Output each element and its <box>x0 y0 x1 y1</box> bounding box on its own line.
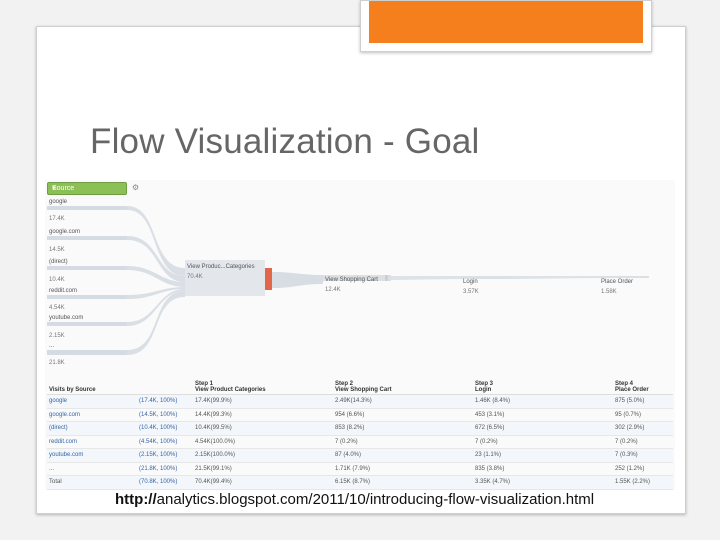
row-source[interactable]: google.com <box>47 408 137 422</box>
row-step2: 87 (4.0%) <box>333 448 473 463</box>
table-row: ... (21.8K, 100%) 21.5K(99.1%) 1.71K (7.… <box>47 462 673 476</box>
row-source[interactable]: youtube.com <box>47 448 137 463</box>
row-step4: 7 (0.3%) <box>613 448 673 463</box>
col-header-source[interactable]: Visits by Source <box>47 376 137 395</box>
source-url-path: analytics.blogspot.com/2011/10/introduci… <box>156 491 595 508</box>
row-step4: 875 (5.0%) <box>613 394 673 409</box>
row-step2: 954 (6.6%) <box>333 408 473 422</box>
step1-label: View Produc...Categories <box>187 264 255 270</box>
row-step4: 252 (1.2%) <box>613 462 673 476</box>
source-url-scheme: http:// <box>115 491 157 508</box>
slide-title: Flow Visualization - Goal <box>90 122 480 161</box>
flow-screenshot: Source ▾ ⚙ google 17.4K google.com 14.5K… <box>45 180 675 490</box>
source-node-other <box>47 350 127 355</box>
row-step1: 14.4K(99.3%) <box>193 408 333 422</box>
source-node-direct <box>47 266 127 270</box>
row-step2: 7 (0.2%) <box>333 435 473 449</box>
flow-step3-step4 <box>511 276 599 279</box>
source-value-2: 10.4K <box>49 277 65 283</box>
step4-label: Place Order <box>601 279 633 285</box>
flow-diagram: google 17.4K google.com 14.5K (direct) 1… <box>47 199 649 366</box>
step1-value: 70.4K <box>187 274 203 280</box>
row-step4: 7 (0.2%) <box>613 435 673 449</box>
step3-value: 3.57K <box>463 289 479 295</box>
source-node-reddit <box>47 295 127 299</box>
accent-box <box>360 0 652 52</box>
col-header-step2[interactable]: Step 2 View Shopping Cart <box>333 376 473 395</box>
source-node-google <box>47 206 127 210</box>
step2-value: 12.4K <box>325 287 341 293</box>
accent-fill <box>369 1 643 43</box>
step1-dropoff <box>265 268 272 290</box>
row-step1: 21.5K(99.1%) <box>193 462 333 476</box>
row-step2: 1.71K (7.9%) <box>333 462 473 476</box>
source-url[interactable]: http://analytics.blogspot.com/2011/10/in… <box>115 491 594 508</box>
step2-dropoff <box>385 275 388 281</box>
source-value-4: 2.15K <box>49 333 65 339</box>
col-header-step4[interactable]: Step 4 Place Order <box>613 376 673 395</box>
row-visits: (4.54K, 100%) <box>137 435 193 449</box>
row-visits: (70.8K, 100%) <box>137 475 193 490</box>
source-label-4: youtube.com <box>49 315 83 321</box>
source-label-0: google <box>49 199 68 205</box>
row-step2: 853 (8.2%) <box>333 421 473 436</box>
source-value-3: 4.54K <box>49 305 65 311</box>
flow-step1-step2 <box>272 272 323 288</box>
row-visits: (17.4K, 100%) <box>137 394 193 409</box>
col-header-visits <box>137 376 193 395</box>
row-step1: 4.54K(100.0%) <box>193 435 333 449</box>
source-label-5: ... <box>49 343 54 349</box>
row-step4: 302 (2.9%) <box>613 421 673 436</box>
row-visits: (2.15K, 100%) <box>137 448 193 463</box>
source-value-5: 21.8K <box>49 360 65 366</box>
row-step1: 70.4K(99.4%) <box>193 475 333 490</box>
row-step3: 835 (3.8%) <box>473 462 613 476</box>
table-row: google (17.4K, 100%) 17.4K(99.9%) 2.49K(… <box>47 394 673 409</box>
table-row: youtube.com (2.15K, 100%) 2.15K(100.0%) … <box>47 448 673 463</box>
source-node-youtube <box>47 322 127 326</box>
step4-node <box>599 276 649 278</box>
source-label-3: reddit.com <box>49 288 77 294</box>
steps-table: Visits by Source Step 1 View Product Cate… <box>47 376 673 490</box>
row-step2: 2.49K(14.3%) <box>333 394 473 409</box>
table-row: (direct) (10.4K, 100%) 10.4K(99.5%) 853 … <box>47 421 673 436</box>
step4-value: 1.58K <box>601 289 617 295</box>
row-source[interactable]: google <box>47 394 137 409</box>
row-visits: (14.5K, 100%) <box>137 408 193 422</box>
row-step3: 1.46K (8.4%) <box>473 394 613 409</box>
row-step3: 453 (3.1%) <box>473 408 613 422</box>
source-label-2: (direct) <box>49 259 68 265</box>
row-step3: 23 (1.1%) <box>473 448 613 463</box>
source-value-1: 14.5K <box>49 247 65 253</box>
row-step3: 3.35K (4.7%) <box>473 475 613 490</box>
step3-label: Login <box>463 279 478 285</box>
table-header-row: Visits by Source Step 1 View Product Cate… <box>47 376 673 395</box>
row-step1: 2.15K(100.0%) <box>193 448 333 463</box>
table-row: google.com (14.5K, 100%) 14.4K(99.3%) 95… <box>47 408 673 422</box>
row-visits: (21.8K, 100%) <box>137 462 193 476</box>
source-label-1: google.com <box>49 229 80 235</box>
row-step3: 672 (6.5%) <box>473 421 613 436</box>
row-step1: 10.4K(99.5%) <box>193 421 333 436</box>
row-source[interactable]: ... <box>47 462 137 476</box>
col-header-step3[interactable]: Step 3 Login <box>473 376 613 395</box>
row-step2: 6.15K (8.7%) <box>333 475 473 490</box>
row-step4: 1.55K (2.2%) <box>613 475 673 490</box>
row-source[interactable]: (direct) <box>47 421 137 436</box>
table-row: reddit.com (4.54K, 100%) 4.54K(100.0%) 7… <box>47 435 673 449</box>
row-visits: (10.4K, 100%) <box>137 421 193 436</box>
col-header-step1[interactable]: Step 1 View Product Categories <box>193 376 333 395</box>
source-value-0: 17.4K <box>49 216 65 222</box>
row-step4: 95 (0.7%) <box>613 408 673 422</box>
source-node-google-com <box>47 236 127 240</box>
table-row-total: Total (70.8K, 100%) 70.4K(99.4%) 6.15K (… <box>47 475 673 490</box>
row-source: Total <box>47 475 137 490</box>
source-flows <box>127 206 185 355</box>
row-step1: 17.4K(99.9%) <box>193 394 333 409</box>
step2-label: View Shopping Cart <box>325 277 378 283</box>
flow-step2-step3 <box>391 276 461 280</box>
row-step3: 7 (0.2%) <box>473 435 613 449</box>
row-source[interactable]: reddit.com <box>47 435 137 449</box>
